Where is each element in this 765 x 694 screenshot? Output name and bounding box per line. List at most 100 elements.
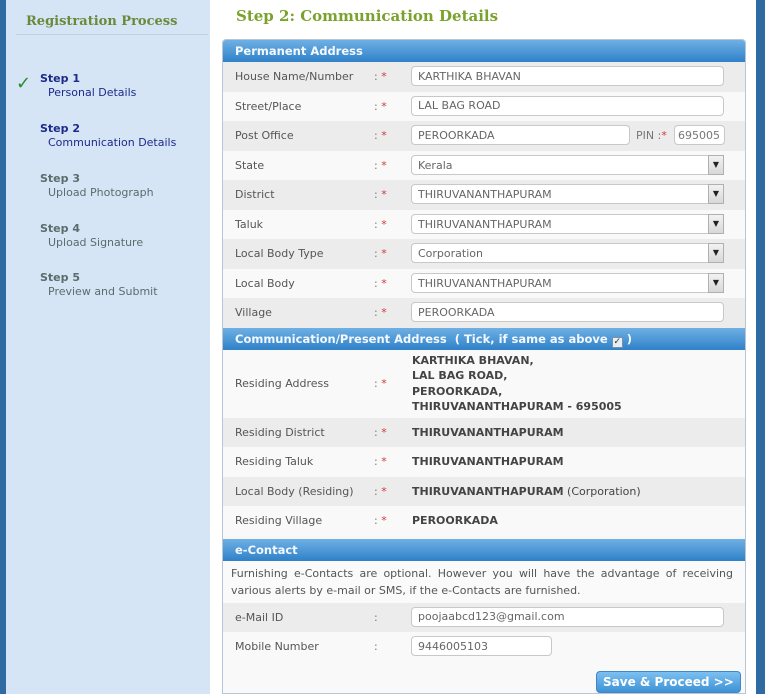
required-mark: * bbox=[381, 158, 387, 172]
colon: : bbox=[374, 640, 378, 653]
house-row: House Name/Number : * bbox=[223, 62, 745, 92]
required-mark: * bbox=[381, 276, 387, 290]
required-mark: * bbox=[381, 217, 387, 231]
district-row: District : * THIRUVANANTHAPURAM ▼ bbox=[223, 180, 745, 210]
pin-input[interactable] bbox=[674, 125, 725, 145]
dropdown-arrow-icon[interactable]: ▼ bbox=[708, 243, 724, 263]
residing-local-body-row: Local Body (Residing) : * THIRUVANANTHAP… bbox=[223, 476, 745, 506]
post-office-label: Post Office bbox=[235, 129, 294, 142]
colon: : * bbox=[374, 376, 387, 390]
state-selected-value: Kerala bbox=[418, 158, 453, 172]
state-label: State bbox=[235, 158, 265, 172]
sidebar-divider bbox=[16, 34, 208, 35]
mobile-row: Mobile Number : bbox=[223, 632, 745, 662]
same-as-above-text: ( Tick, if same as above bbox=[454, 331, 608, 346]
residing-district-row: Residing District : * THIRUVANANTHAPURAM bbox=[223, 417, 745, 447]
local-body-row: Local Body : * THIRUVANANTHAPURAM ▼ bbox=[223, 268, 745, 298]
present-address-title: Communication/Present Address bbox=[235, 331, 447, 346]
local-body-type-selected-value: Corporation bbox=[418, 247, 483, 260]
required-mark: * bbox=[381, 247, 387, 260]
step-number: Step 5 bbox=[40, 271, 80, 284]
residing-village-row: Residing Village : * PEROORKADA bbox=[223, 506, 745, 536]
colon: : * bbox=[374, 306, 387, 319]
page-title: Step 2: Communication Details bbox=[236, 7, 499, 25]
dropdown-arrow-icon[interactable]: ▼ bbox=[708, 272, 724, 293]
residing-taluk-row: Residing Taluk : * THIRUVANANTHAPURAM bbox=[223, 447, 745, 477]
colon: : * bbox=[374, 425, 387, 439]
residing-taluk-label: Residing Taluk bbox=[235, 455, 314, 468]
district-select[interactable]: THIRUVANANTHAPURAM ▼ bbox=[411, 184, 724, 204]
pin-label: PIN :* bbox=[636, 129, 667, 142]
local-body-select[interactable]: THIRUVANANTHAPURAM ▼ bbox=[411, 272, 724, 293]
checkmark-icon: ✓ bbox=[16, 73, 32, 94]
house-input[interactable] bbox=[411, 66, 724, 86]
button-row: Save & Proceed >> bbox=[223, 661, 745, 693]
required-mark: * bbox=[381, 99, 387, 113]
dropdown-arrow-icon[interactable]: ▼ bbox=[708, 184, 724, 204]
colon: : * bbox=[374, 484, 387, 498]
dropdown-arrow-icon[interactable]: ▼ bbox=[708, 213, 724, 234]
residing-local-body-value: THIRUVANANTHAPURAM (Corporation) bbox=[412, 484, 641, 498]
street-input[interactable] bbox=[411, 95, 724, 116]
taluk-label: Taluk bbox=[235, 217, 264, 231]
required-mark: * bbox=[381, 70, 387, 83]
econtact-note: Furnishing e-Contacts are optional. Howe… bbox=[223, 560, 745, 603]
residing-local-body-label: Local Body (Residing) bbox=[235, 484, 354, 498]
local-body-type-select[interactable]: Corporation ▼ bbox=[411, 243, 724, 263]
step-description: Upload Signature bbox=[48, 236, 144, 249]
residing-district-label: Residing District bbox=[235, 425, 325, 439]
local-body-selected-value: THIRUVANANTHAPURAM bbox=[418, 276, 552, 290]
email-label: e-Mail ID bbox=[235, 610, 284, 624]
post-office-row: Post Office : * PIN :* bbox=[223, 121, 745, 151]
colon: : * bbox=[374, 188, 387, 201]
step-description: Upload Photograph bbox=[48, 186, 154, 199]
required-mark: * bbox=[381, 514, 387, 527]
sidebar-step-2[interactable]: Step 2 Communication Details bbox=[40, 122, 176, 149]
mobile-input[interactable] bbox=[411, 636, 552, 656]
save-and-proceed-button[interactable]: Save & Proceed >> bbox=[596, 670, 741, 693]
residing-address-value: KARTHIKA BHAVAN, LAL BAG ROAD, PEROORKAD… bbox=[412, 353, 622, 414]
registration-page: Registration Process ✓ Step 1 Personal D… bbox=[0, 0, 765, 694]
residing-address-label: Residing Address bbox=[235, 376, 329, 390]
required-mark: * bbox=[381, 376, 387, 390]
step-description: Preview and Submit bbox=[48, 285, 158, 298]
colon: : bbox=[374, 610, 378, 624]
residing-district-value: THIRUVANANTHAPURAM bbox=[412, 425, 564, 439]
taluk-row: Taluk : * THIRUVANANTHAPURAM ▼ bbox=[223, 209, 745, 239]
sidebar: Registration Process ✓ Step 1 Personal D… bbox=[6, 0, 210, 694]
colon: : * bbox=[374, 99, 387, 113]
sidebar-step-1[interactable]: Step 1 Personal Details bbox=[40, 72, 136, 99]
colon: : * bbox=[374, 129, 387, 142]
right-frame-border bbox=[753, 0, 765, 694]
taluk-select[interactable]: THIRUVANANTHAPURAM ▼ bbox=[411, 213, 724, 234]
required-mark: * bbox=[381, 455, 387, 468]
colon: : * bbox=[374, 276, 387, 290]
form-panel: Permanent Address House Name/Number : * … bbox=[222, 39, 746, 694]
email-input[interactable] bbox=[411, 606, 724, 627]
step-number: Step 3 bbox=[40, 172, 80, 185]
step-number: Step 4 bbox=[40, 222, 80, 235]
state-select[interactable]: Kerala ▼ bbox=[411, 154, 724, 175]
local-body-type-label: Local Body Type bbox=[235, 247, 324, 260]
residing-address-row: Residing Address : * KARTHIKA BHAVAN, LA… bbox=[223, 349, 745, 418]
residing-village-value: PEROORKADA bbox=[412, 514, 498, 527]
dropdown-arrow-icon[interactable]: ▼ bbox=[708, 154, 724, 175]
sidebar-step-5[interactable]: Step 5 Preview and Submit bbox=[40, 271, 158, 298]
local-body-type-row: Local Body Type : * Corporation ▼ bbox=[223, 239, 745, 269]
post-office-input[interactable] bbox=[411, 125, 630, 145]
sidebar-step-3[interactable]: Step 3 Upload Photograph bbox=[40, 172, 154, 199]
step-number: Step 2 bbox=[40, 122, 80, 135]
street-label: Street/Place bbox=[235, 99, 302, 113]
mobile-label: Mobile Number bbox=[235, 640, 319, 653]
colon: : * bbox=[374, 514, 387, 527]
colon: : * bbox=[374, 455, 387, 468]
present-address-header: Communication/Present Address ( Tick, if… bbox=[223, 327, 745, 350]
same-as-above-checkbox[interactable]: ✓ bbox=[611, 336, 623, 348]
required-mark: * bbox=[381, 306, 387, 319]
colon: : * bbox=[374, 158, 387, 172]
required-mark: * bbox=[381, 188, 387, 201]
district-selected-value: THIRUVANANTHAPURAM bbox=[418, 188, 552, 201]
village-input[interactable] bbox=[411, 302, 724, 322]
sidebar-step-4[interactable]: Step 4 Upload Signature bbox=[40, 222, 143, 249]
residing-village-label: Residing Village bbox=[235, 514, 323, 527]
